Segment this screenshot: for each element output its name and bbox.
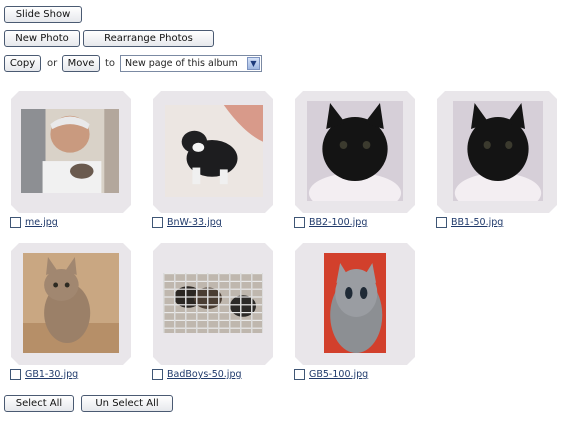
photo-corner bbox=[11, 357, 19, 365]
photo-caption: GB5-100.jpg bbox=[294, 368, 368, 381]
photo-corner bbox=[153, 205, 161, 213]
photo-filename-link[interactable]: BnW-33.jpg bbox=[167, 217, 222, 228]
photo-thumbnail[interactable] bbox=[165, 105, 263, 197]
photo-corner bbox=[265, 205, 273, 213]
photo-select-checkbox[interactable] bbox=[436, 217, 447, 228]
photo-corner bbox=[295, 243, 303, 251]
photo-cell[interactable] bbox=[295, 243, 415, 365]
photo-corner bbox=[11, 205, 19, 213]
to-label: to bbox=[105, 58, 116, 69]
photo-corner bbox=[153, 357, 161, 365]
photo-corner bbox=[295, 205, 303, 213]
photo-filename-link[interactable]: me.jpg bbox=[25, 217, 58, 228]
photo-thumbnail[interactable] bbox=[23, 253, 119, 353]
photo-corner bbox=[437, 205, 445, 213]
photo-thumbnail[interactable] bbox=[163, 273, 263, 333]
slide-show-button[interactable]: Slide Show bbox=[4, 6, 82, 23]
photo-select-checkbox[interactable] bbox=[10, 369, 21, 380]
photo-caption: BB2-100.jpg bbox=[294, 216, 367, 229]
photo-filename-link[interactable]: BB1-50.jpg bbox=[451, 217, 503, 228]
photo-cell[interactable] bbox=[295, 91, 415, 213]
photo-corner bbox=[123, 243, 131, 251]
photo-caption: BnW-33.jpg bbox=[152, 216, 222, 229]
photo-corner bbox=[295, 357, 303, 365]
photo-thumbnail[interactable] bbox=[453, 101, 543, 201]
destination-select-value: New page of this album bbox=[125, 58, 238, 69]
photo-caption: GB1-30.jpg bbox=[10, 368, 78, 381]
photo-select-checkbox[interactable] bbox=[152, 369, 163, 380]
move-button[interactable]: Move bbox=[62, 55, 100, 72]
photo-thumbnail[interactable] bbox=[21, 109, 119, 193]
photo-corner bbox=[437, 91, 445, 99]
photo-corner bbox=[407, 205, 415, 213]
photo-corner bbox=[123, 357, 131, 365]
photo-corner bbox=[549, 91, 557, 99]
unselect-all-button[interactable]: Un Select All bbox=[81, 395, 173, 412]
photo-cell[interactable] bbox=[11, 243, 131, 365]
photo-corner bbox=[11, 91, 19, 99]
photo-filename-link[interactable]: BB2-100.jpg bbox=[309, 217, 367, 228]
or-label: or bbox=[47, 58, 58, 69]
photo-corner bbox=[407, 243, 415, 251]
photo-caption: BadBoys-50.jpg bbox=[152, 368, 242, 381]
photo-corner bbox=[265, 357, 273, 365]
photo-corner bbox=[123, 205, 131, 213]
photo-select-checkbox[interactable] bbox=[152, 217, 163, 228]
photo-corner bbox=[11, 243, 19, 251]
photo-filename-link[interactable]: BadBoys-50.jpg bbox=[167, 369, 242, 380]
photo-thumbnail[interactable] bbox=[324, 253, 386, 353]
photo-filename-link[interactable]: GB5-100.jpg bbox=[309, 369, 368, 380]
photo-corner bbox=[153, 91, 161, 99]
rearrange-photos-button[interactable]: Rearrange Photos bbox=[83, 30, 214, 47]
photo-corner bbox=[265, 91, 273, 99]
select-all-button[interactable]: Select All bbox=[4, 395, 74, 412]
photo-cell[interactable] bbox=[153, 91, 273, 213]
destination-select[interactable]: New page of this album ▼ bbox=[120, 55, 262, 72]
photo-corner bbox=[407, 357, 415, 365]
chevron-down-icon[interactable]: ▼ bbox=[247, 57, 260, 70]
photo-cell[interactable] bbox=[11, 91, 131, 213]
copy-button[interactable]: Copy bbox=[4, 55, 41, 72]
photo-filename-link[interactable]: GB1-30.jpg bbox=[25, 369, 78, 380]
photo-cell[interactable] bbox=[437, 91, 557, 213]
photo-cell[interactable] bbox=[153, 243, 273, 365]
photo-corner bbox=[265, 243, 273, 251]
new-photo-button[interactable]: New Photo bbox=[4, 30, 80, 47]
photo-corner bbox=[407, 91, 415, 99]
photo-thumbnail[interactable] bbox=[307, 101, 403, 201]
photo-corner bbox=[153, 243, 161, 251]
photo-corner bbox=[549, 205, 557, 213]
photo-corner bbox=[123, 91, 131, 99]
photo-caption: me.jpg bbox=[10, 216, 58, 229]
photo-corner bbox=[295, 91, 303, 99]
photo-caption: BB1-50.jpg bbox=[436, 216, 503, 229]
photo-select-checkbox[interactable] bbox=[294, 217, 305, 228]
photo-select-checkbox[interactable] bbox=[10, 217, 21, 228]
photo-select-checkbox[interactable] bbox=[294, 369, 305, 380]
